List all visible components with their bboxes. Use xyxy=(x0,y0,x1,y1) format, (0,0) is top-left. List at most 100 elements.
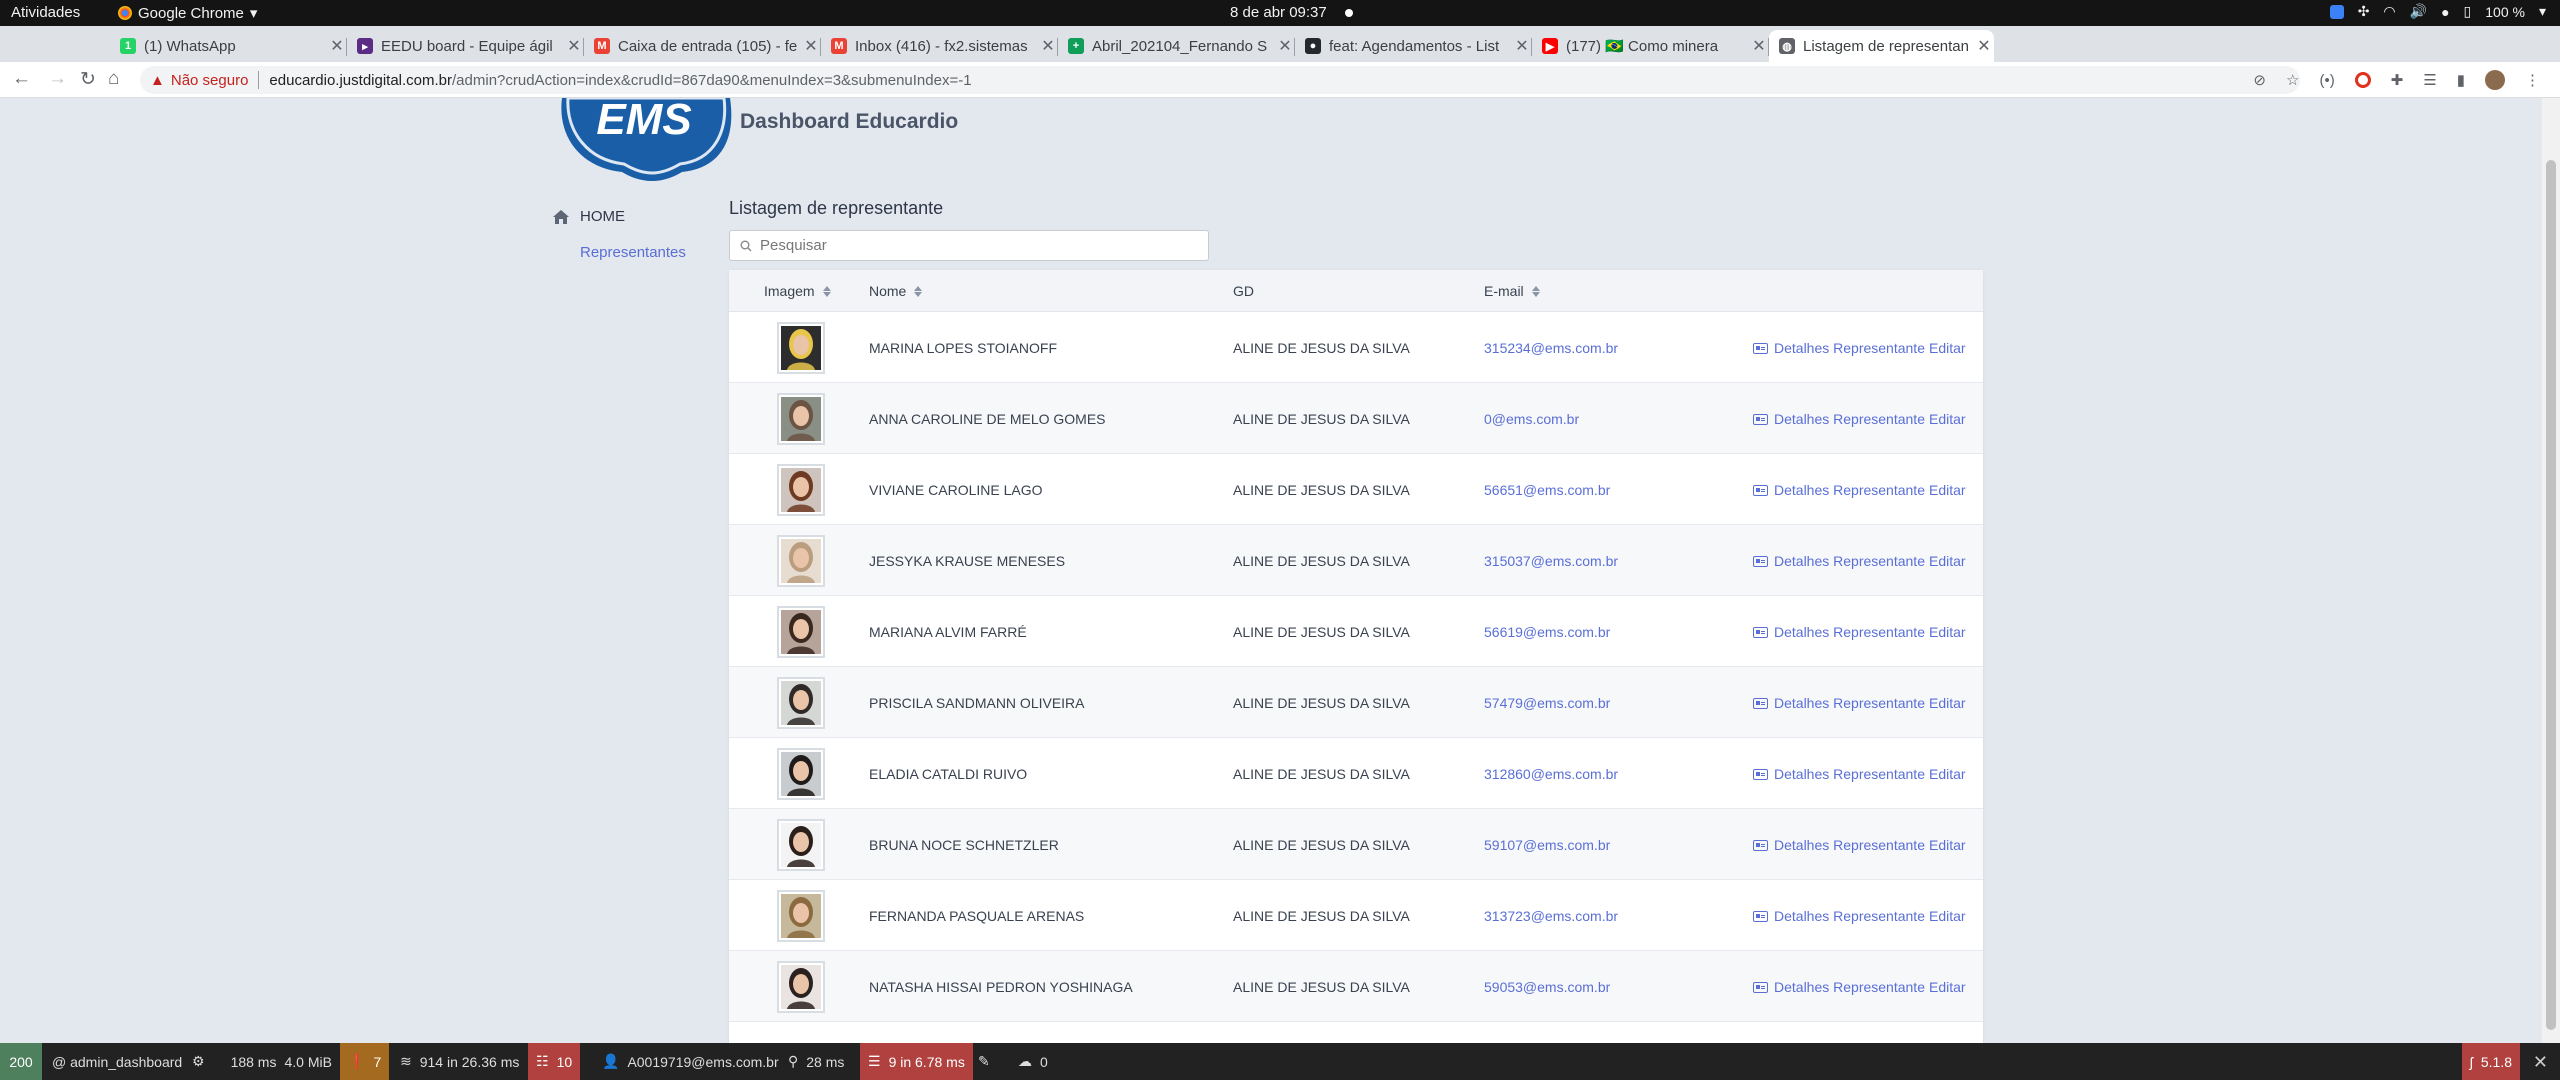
opera-extension-icon[interactable] xyxy=(2354,72,2371,88)
edit-link[interactable]: Editar xyxy=(1929,837,1966,853)
warning-icon: ❗ xyxy=(348,1053,366,1069)
details-link[interactable]: Detalhes Representante xyxy=(1753,482,1925,498)
search-box[interactable] xyxy=(729,230,1209,261)
forms-item[interactable]: ✎ xyxy=(970,1043,998,1080)
home-icon xyxy=(553,209,569,224)
scrollbar-thumb[interactable] xyxy=(2546,160,2556,1030)
representative-email[interactable]: 59053@ems.com.br xyxy=(1484,979,1610,995)
tab-title: Caixa de entrada (105) - fe xyxy=(618,37,798,55)
representative-email[interactable]: 312860@ems.com.br xyxy=(1484,766,1618,782)
tab-close-icon[interactable]: ✕ xyxy=(564,36,584,56)
column-header-gd: GD xyxy=(1233,283,1254,299)
details-link[interactable]: Detalhes Representante xyxy=(1753,837,1925,853)
edit-link[interactable]: Editar xyxy=(1929,340,1966,356)
column-header-name[interactable]: Nome xyxy=(869,283,923,299)
edit-link[interactable]: Editar xyxy=(1929,766,1966,782)
page-scrollbar[interactable] xyxy=(2542,98,2560,1043)
edit-link[interactable]: Editar xyxy=(1929,553,1966,569)
representative-email[interactable]: 313723@ems.com.br xyxy=(1484,908,1618,924)
browser-tab[interactable]: + Abril_202104_Fernando S ✕ xyxy=(1058,30,1295,62)
representative-email[interactable]: 59107@ems.com.br xyxy=(1484,837,1610,853)
close-toolbar-icon[interactable]: ✕ xyxy=(2533,1052,2548,1073)
time-label: 188 ms xyxy=(230,1053,277,1070)
user-icon: 👤 xyxy=(602,1053,620,1069)
sidebar-item-representantes[interactable]: Representantes xyxy=(580,244,686,261)
profile-avatar[interactable] xyxy=(2485,70,2505,90)
edit-link[interactable]: Editar xyxy=(1929,979,1966,995)
warning-icon: ▲ xyxy=(150,71,165,89)
sidebar-icon[interactable]: ▮ xyxy=(2457,71,2465,89)
clock[interactable]: 8 de abr 09:37 xyxy=(1230,4,1353,21)
column-header-image[interactable]: Imagem xyxy=(764,283,831,299)
browser-tab[interactable]: ◍ Listagem de representan ✕ xyxy=(1769,30,1994,62)
browser-tab[interactable]: ▸ EEDU board - Equipe ágil ✕ xyxy=(347,30,584,62)
edit-link[interactable]: Editar xyxy=(1929,482,1966,498)
representative-email[interactable]: 315234@ems.com.br xyxy=(1484,340,1618,356)
details-link[interactable]: Detalhes Representante xyxy=(1753,553,1925,569)
logs-item[interactable]: ☷ 10 xyxy=(528,1043,581,1080)
details-link[interactable]: Detalhes Representante xyxy=(1753,624,1925,640)
tab-close-icon[interactable]: ✕ xyxy=(1749,36,1769,56)
details-link[interactable]: Detalhes Representante xyxy=(1753,340,1925,356)
home-icon[interactable]: ⌂ xyxy=(108,68,119,90)
ems-logo[interactable]: EMS xyxy=(552,98,736,182)
edit-link[interactable]: Editar xyxy=(1929,411,1966,427)
forward-icon[interactable]: → xyxy=(48,68,67,90)
tab-close-icon[interactable]: ✕ xyxy=(1038,36,1058,56)
bookmark-star-icon[interactable]: ☆ xyxy=(2286,71,2299,89)
representative-email[interactable]: 56619@ems.com.br xyxy=(1484,624,1610,640)
tab-close-icon[interactable]: ✕ xyxy=(801,36,821,56)
log-icon: ☷ xyxy=(536,1053,549,1069)
browser-tab[interactable]: M Inbox (416) - fx2.sistemas ✕ xyxy=(821,30,1058,62)
details-link[interactable]: Detalhes Representante xyxy=(1753,766,1925,782)
browser-tab[interactable]: 1 (1) WhatsApp ✕ xyxy=(110,30,347,62)
puzzle-icon[interactable]: ✚ xyxy=(2391,71,2404,89)
tab-close-icon[interactable]: ✕ xyxy=(1512,36,1532,56)
details-link[interactable]: Detalhes Representante xyxy=(1753,979,1925,995)
details-link[interactable]: Detalhes Representante xyxy=(1753,908,1925,924)
sidebar-item-home[interactable]: HOME xyxy=(552,208,625,225)
reload-icon[interactable]: ↻ xyxy=(80,68,96,91)
representative-email[interactable]: 0@ems.com.br xyxy=(1484,411,1579,427)
app-menu[interactable]: Google Chrome ▾ xyxy=(118,4,257,22)
table-row: FERNANDA PASQUALE ARENAS ALINE DE JESUS D… xyxy=(729,880,1983,951)
events-item[interactable]: ⚲ 28 ms xyxy=(780,1043,852,1080)
representative-name: NATASHA HISSAI PEDRON YOSHINAGA xyxy=(869,979,1133,995)
details-link[interactable]: Detalhes Representante xyxy=(1753,411,1925,427)
performance-item[interactable]: ⚙ 188 ms 4.0 MiB xyxy=(184,1043,340,1080)
back-icon[interactable]: ← xyxy=(12,68,31,90)
activities-button[interactable]: Atividades xyxy=(11,4,80,21)
route-item[interactable]: @ admin_dashboard xyxy=(44,1043,190,1080)
eye-off-icon[interactable]: ⊘ xyxy=(2253,71,2266,89)
database-item[interactable]: ☰ 9 in 6.78 ms xyxy=(860,1043,973,1080)
edit-link[interactable]: Editar xyxy=(1929,908,1966,924)
browser-tab[interactable]: M Caixa de entrada (105) - fe ✕ xyxy=(584,30,821,62)
representative-email[interactable]: 57479@ems.com.br xyxy=(1484,695,1610,711)
column-header-email[interactable]: E-mail xyxy=(1484,283,1540,299)
menu-kebab-icon[interactable]: ⋮ xyxy=(2525,71,2540,89)
extension-icon[interactable]: (•) xyxy=(2319,72,2334,89)
representative-email[interactable]: 56651@ems.com.br xyxy=(1484,482,1610,498)
system-tray[interactable]: ✣ ◠ 🔊 ● ▯ 100 % ▾ xyxy=(2329,3,2546,20)
cache-item[interactable]: ☁ 0 xyxy=(1010,1043,1056,1080)
edit-link[interactable]: Editar xyxy=(1929,624,1966,640)
browser-tab[interactable]: ● feat: Agendamentos - List ✕ xyxy=(1295,30,1532,62)
browser-tab[interactable]: ▶ (177) 🇧🇷 Como minera ✕ xyxy=(1532,30,1769,62)
representative-email[interactable]: 315037@ems.com.br xyxy=(1484,553,1618,569)
address-bar[interactable]: ▲ Não seguro educardio.justdigital.com.b… xyxy=(140,66,2300,94)
search-input[interactable] xyxy=(760,237,1190,254)
sort-icon xyxy=(914,285,923,297)
symfony-version-item[interactable]: ʃ 5.1.8 xyxy=(2461,1043,2520,1080)
status-code-badge[interactable]: 200 xyxy=(0,1043,42,1080)
details-link[interactable]: Detalhes Representante xyxy=(1753,695,1925,711)
templates-item[interactable]: ≋ 914 in 26.36 ms xyxy=(392,1043,527,1080)
portrait-image xyxy=(781,397,821,441)
reading-list-icon[interactable]: ☰ xyxy=(2423,71,2436,89)
user-item[interactable]: 👤 A0019719@ems.com.br xyxy=(594,1043,787,1080)
tab-close-icon[interactable]: ✕ xyxy=(327,36,347,56)
edit-link[interactable]: Editar xyxy=(1929,695,1966,711)
tab-close-icon[interactable]: ✕ xyxy=(1974,36,1994,56)
tab-close-icon[interactable]: ✕ xyxy=(1275,36,1295,56)
warnings-item[interactable]: ❗ 7 xyxy=(340,1043,390,1080)
avatar xyxy=(777,819,825,871)
